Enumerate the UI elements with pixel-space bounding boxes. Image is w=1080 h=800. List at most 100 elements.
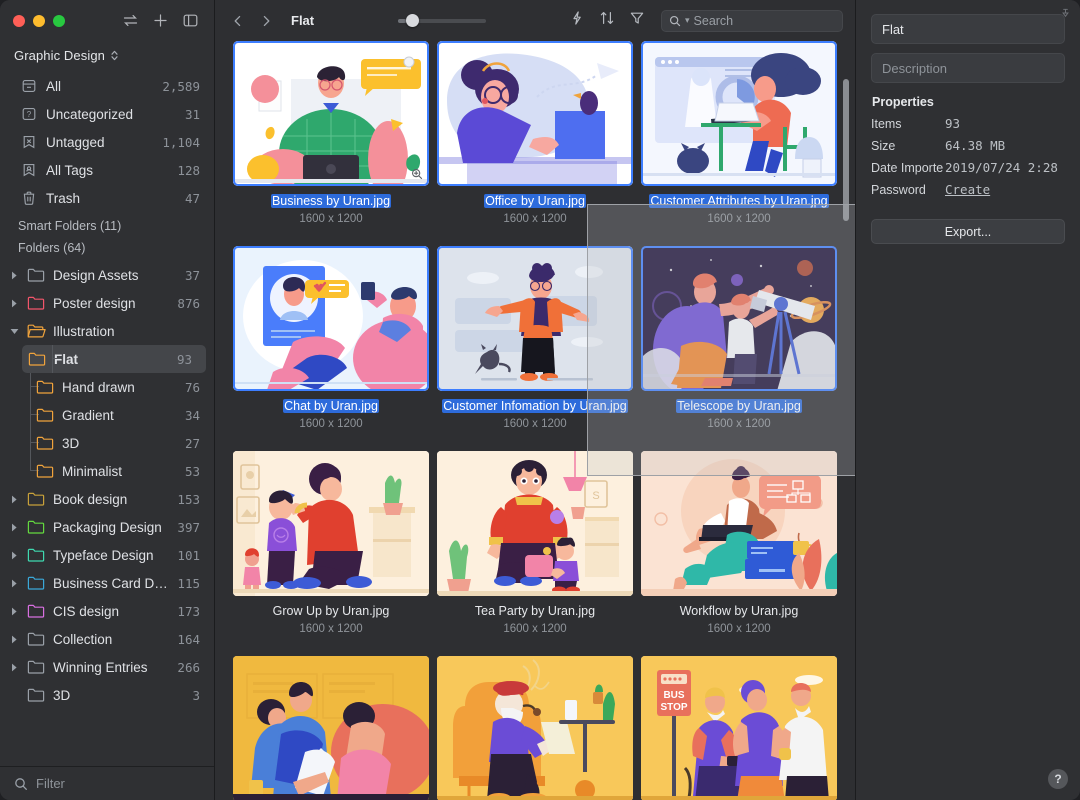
folder-title-field[interactable]: Flat: [871, 14, 1065, 44]
thumbnail-name[interactable]: Chat by Uran.jpg: [283, 399, 379, 413]
thumbnail-cell[interactable]: S Tea Party by Uran.jpg 1600 x 1200: [437, 451, 633, 656]
folder-item-illustration[interactable]: Illustration: [0, 317, 214, 345]
search-input[interactable]: ▾ Search: [661, 9, 843, 32]
slider-knob[interactable]: [405, 14, 419, 27]
disclosure-triangle-icon[interactable]: [8, 663, 20, 672]
trash-icon: [20, 190, 37, 207]
folders-header[interactable]: Folders (64): [0, 239, 214, 261]
folder-item-flat[interactable]: Flat 93: [22, 345, 206, 373]
uncategorized-icon: ?: [20, 106, 37, 123]
disclosure-triangle-icon[interactable]: [8, 551, 20, 560]
disclosure-triangle-icon[interactable]: [8, 607, 20, 616]
thumbnail-name[interactable]: Customer Attributes by Uran.jpg: [649, 194, 829, 208]
folder-item-winning-entries[interactable]: Winning Entries 266: [0, 653, 214, 681]
sidebar-item-count: 47: [184, 190, 200, 206]
add-icon[interactable]: [149, 10, 171, 32]
thumbnail-name[interactable]: Tea Party by Uran.jpg: [474, 604, 596, 618]
thumbnail-name[interactable]: Office by Uran.jpg: [484, 194, 586, 208]
sidebar-item-untagged[interactable]: Untagged 1,104: [0, 128, 214, 156]
thumbnail-cell[interactable]: Business by Uran.jpg 1600 x 1200: [233, 41, 429, 246]
thumbnail-image[interactable]: [437, 41, 633, 186]
thumbnail-name[interactable]: Customer Infomation by Uran.jpg: [442, 399, 628, 413]
folder-item-cis-design[interactable]: CIS design 173: [0, 597, 214, 625]
thumbnail-name[interactable]: Telescope by Uran.jpg: [676, 399, 802, 413]
thumbnail-name[interactable]: Business by Uran.jpg: [270, 194, 392, 208]
folder-item-gradient[interactable]: Gradient 34: [0, 401, 214, 429]
folder-item-packaging-design[interactable]: Packaging Design 397: [0, 513, 214, 541]
sort-icon[interactable]: [599, 10, 615, 31]
folder-item-book-design[interactable]: Book design 153: [0, 485, 214, 513]
zoom-in-icon[interactable]: [409, 166, 425, 182]
disclosure-triangle-icon[interactable]: [8, 495, 20, 504]
thumbnail-cell[interactable]: Workflow by Uran.jpg 1600 x 1200: [641, 451, 837, 656]
folder-item-typeface-design[interactable]: Typeface Design 101: [0, 541, 214, 569]
thumbnail-size-slider[interactable]: [397, 14, 486, 28]
folder-item-3d[interactable]: 3D 27: [0, 429, 214, 457]
thumbnail-cell[interactable]: Office by Uran.jpg 1600 x 1200: [437, 41, 633, 246]
disclosure-triangle-icon[interactable]: [8, 635, 20, 644]
thumbnail-cell[interactable]: Customer Infomation by Uran.jpg 1600 x 12…: [437, 246, 633, 451]
sidebar-item-uncategorized[interactable]: ? Uncategorized 31: [0, 100, 214, 128]
sidebar-item-trash[interactable]: Trash 47: [0, 184, 214, 212]
property-value[interactable]: Create: [945, 182, 990, 197]
sidebar-item-all[interactable]: All 2,589: [0, 72, 214, 100]
thumbnail-image[interactable]: [641, 246, 837, 391]
thumbnail-cell[interactable]: Grow Up by Uran.jpg 1600 x 1200: [233, 451, 429, 656]
minimize-icon[interactable]: [33, 14, 45, 27]
folder-label: Gradient: [62, 407, 114, 423]
thumbnail-image[interactable]: [437, 656, 633, 800]
folder-item-design-assets[interactable]: Design Assets 37: [0, 261, 214, 289]
thumbnail-dimensions: 1600 x 1200: [299, 418, 363, 430]
description-field[interactable]: Description: [871, 53, 1065, 83]
thumbnail-name[interactable]: Workflow by Uran.jpg: [679, 604, 800, 618]
thumbnail-cell[interactable]: Customer Attributes by Uran.jpg 1600 x 12…: [641, 41, 837, 246]
filter-icon[interactable]: [629, 10, 645, 31]
maximize-icon[interactable]: [53, 14, 65, 27]
library-selector[interactable]: Graphic Design: [0, 41, 214, 69]
property-row: Password Create: [871, 182, 1065, 197]
folder-item-minimalist[interactable]: Minimalist 53: [0, 457, 214, 485]
folder-item-collection[interactable]: Collection 164: [0, 625, 214, 653]
folder-item-3d[interactable]: 3D 3: [0, 681, 214, 709]
folder-item-business-card-des[interactable]: Business Card Des... 115: [0, 569, 214, 597]
sidebar-toggle-icon[interactable]: [179, 10, 201, 32]
back-button[interactable]: [229, 14, 247, 28]
disclosure-triangle-icon[interactable]: [8, 523, 20, 532]
disclosure-triangle-icon[interactable]: [8, 271, 20, 280]
thumbnail-image[interactable]: BUS STOP: [641, 656, 837, 800]
close-icon[interactable]: [13, 14, 25, 27]
filter-bar[interactable]: Filter: [0, 766, 214, 800]
thumbnail-image[interactable]: [233, 451, 429, 596]
export-button[interactable]: Export...: [871, 219, 1065, 244]
thumbnail-image[interactable]: [233, 656, 429, 800]
thumbnail-image[interactable]: [641, 41, 837, 186]
folder-item-hand-drawn[interactable]: Hand drawn 76: [0, 373, 214, 401]
chevron-down-icon[interactable]: ▾: [685, 15, 690, 26]
folder-item-poster-design[interactable]: Poster design 876: [0, 289, 214, 317]
thumbnail-image[interactable]: [437, 246, 633, 391]
thumbnail-name[interactable]: Grow Up by Uran.jpg: [272, 604, 391, 618]
filter-input[interactable]: Filter: [36, 776, 65, 791]
property-key: Password: [871, 183, 926, 197]
thumbnail-cell[interactable]: [437, 656, 633, 800]
thumbnail-cell[interactable]: BUS STOP: [641, 656, 837, 800]
disclosure-triangle-icon[interactable]: [8, 328, 20, 335]
thumbnail-image[interactable]: [233, 246, 429, 391]
disclosure-triangle-icon[interactable]: [8, 299, 20, 308]
thumbnail-image[interactable]: [233, 41, 429, 186]
thumbnail-image[interactable]: [641, 451, 837, 596]
disclosure-triangle-icon[interactable]: [8, 579, 20, 588]
thumbnail-image[interactable]: S: [437, 451, 633, 596]
forward-button[interactable]: [257, 14, 275, 28]
thumbnail-grid-scroll[interactable]: Business by Uran.jpg 1600 x 1200 Office by…: [215, 41, 855, 800]
sync-icon[interactable]: [119, 10, 141, 32]
smart-folders-header[interactable]: Smart Folders (11): [0, 212, 214, 239]
thumbnail-cell[interactable]: [233, 656, 429, 800]
vertical-scrollbar[interactable]: [843, 79, 849, 221]
help-button[interactable]: ?: [1048, 769, 1068, 789]
sidebar-item-all-tags[interactable]: All Tags 128: [0, 156, 214, 184]
thumbnail-cell[interactable]: Telescope by Uran.jpg 1600 x 1200: [641, 246, 837, 451]
thumbnail-cell[interactable]: Chat by Uran.jpg 1600 x 1200: [233, 246, 429, 451]
pin-icon[interactable]: [1060, 6, 1071, 24]
lightning-icon[interactable]: [569, 10, 585, 31]
